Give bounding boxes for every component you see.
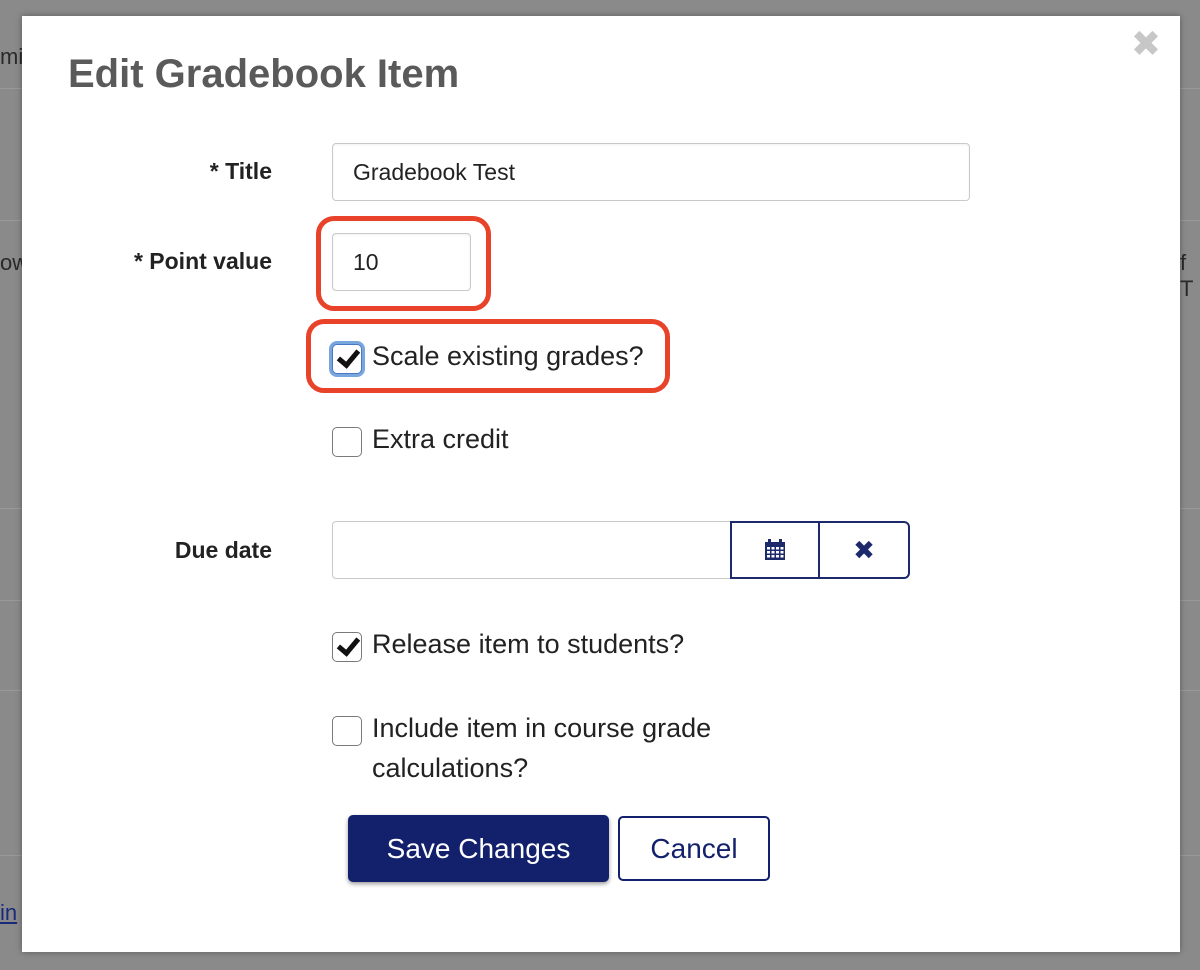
extra-credit-option[interactable]: Extra credit — [332, 419, 509, 459]
due-date-label: Due date — [174, 537, 272, 563]
extra-credit-checkbox[interactable] — [332, 427, 362, 457]
scale-grades-option[interactable]: Scale existing grades? — [332, 336, 644, 376]
release-item-label: Release item to students? — [372, 629, 685, 659]
cancel-button[interactable]: Cancel — [618, 816, 770, 881]
background-link[interactable]: in — [0, 900, 17, 926]
clear-date-button[interactable]: ✖ — [820, 521, 910, 579]
include-in-grade-label-line1: Include item in course grade — [372, 713, 712, 743]
calendar-button[interactable] — [730, 521, 820, 579]
point-value-label: * Point value — [133, 248, 272, 274]
scale-grades-checkbox[interactable] — [332, 344, 362, 374]
title-label: * Title — [209, 158, 272, 184]
save-changes-button[interactable]: Save Changes — [348, 815, 609, 882]
release-item-checkbox[interactable] — [332, 632, 362, 662]
close-icon: ✖ — [853, 534, 875, 565]
extra-credit-label: Extra credit — [372, 424, 509, 454]
background-text: mi — [0, 44, 24, 69]
include-in-grade-label-line2: calculations? — [372, 753, 529, 783]
include-in-grade-checkbox[interactable] — [332, 716, 362, 746]
include-in-grade-label: Include item in course grade calculation… — [372, 708, 711, 788]
close-icon[interactable]: ✖ — [1130, 26, 1162, 62]
due-date-input[interactable] — [332, 521, 730, 579]
scale-grades-label: Scale existing grades? — [372, 341, 644, 371]
dialog-title: Edit Gradebook Item — [68, 52, 460, 96]
background-text: f T — [1180, 250, 1194, 301]
title-input[interactable] — [332, 143, 970, 201]
due-date-group: ✖ — [332, 521, 910, 579]
calendar-icon — [765, 539, 785, 560]
release-item-option[interactable]: Release item to students? — [332, 624, 684, 664]
point-value-input[interactable] — [332, 233, 471, 291]
edit-gradebook-item-dialog: ✖ Edit Gradebook Item * Title * Point va… — [22, 16, 1180, 952]
include-in-grade-option[interactable]: Include item in course grade calculation… — [332, 708, 711, 788]
